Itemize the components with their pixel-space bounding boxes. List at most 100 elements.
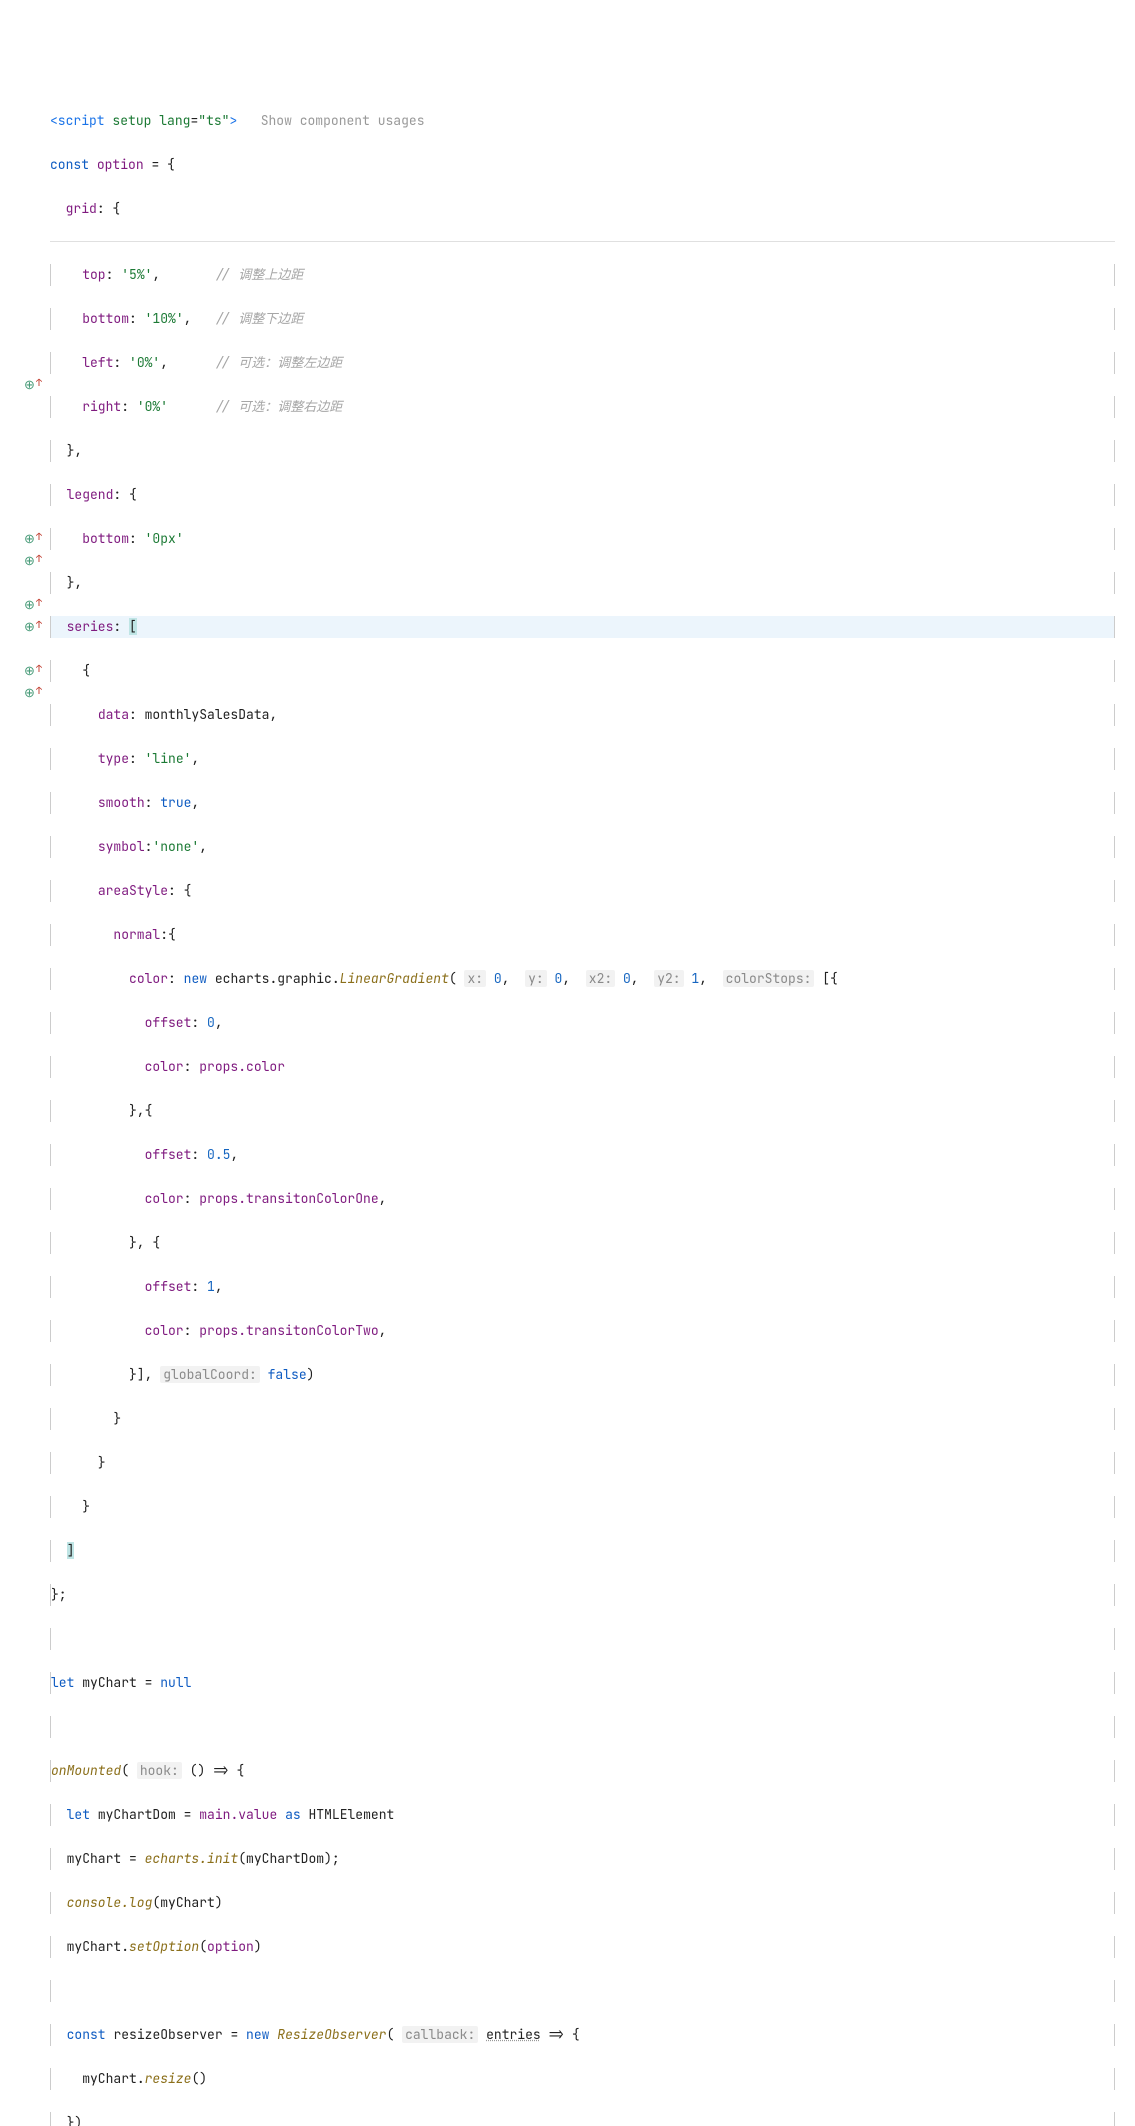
code-line[interactable]: myChart.resize() xyxy=(50,2068,1115,2090)
code-line[interactable]: bottom: '10%', // 调整下边距 xyxy=(50,308,1115,330)
str-val: 'line' xyxy=(145,750,192,767)
ident-option: option xyxy=(97,156,144,173)
code-line[interactable]: }, { xyxy=(50,1232,1115,1254)
code-line[interactable]: top: '5%', // 调整上边距 xyxy=(50,264,1115,286)
code-line[interactable]: offset: 0.5, xyxy=(50,1144,1115,1166)
param-hint: y2: xyxy=(654,970,683,987)
code-line[interactable]: }; xyxy=(50,1584,1115,1606)
code-line[interactable]: let myChartDom = main.value as HTMLEleme… xyxy=(50,1804,1115,1826)
ident: props.transitonColorTwo xyxy=(199,1322,378,1339)
code-line[interactable]: myChart = echarts.init(myChartDom); xyxy=(50,1848,1115,1870)
code-line[interactable]: },{ xyxy=(50,1100,1115,1122)
prop-right: right xyxy=(82,398,121,415)
code-line[interactable]: color: new echarts.graphic.LinearGradien… xyxy=(50,968,1115,990)
attr-lang: lang xyxy=(159,112,190,129)
prop-left: left xyxy=(82,354,113,371)
prop-top: top xyxy=(82,266,105,283)
fn: echarts.init xyxy=(145,1850,239,1867)
comment: // 调整下边距 xyxy=(215,310,303,327)
str-val: '0px' xyxy=(145,530,184,547)
str-val: '5%' xyxy=(121,266,152,283)
fn: ResizeObserver xyxy=(277,2026,386,2043)
kw-let: let xyxy=(67,1806,90,1823)
bracket-open-hl: [ xyxy=(129,618,137,635)
prop-offset: offset xyxy=(145,1278,192,1295)
attr-setup: setup xyxy=(112,112,151,129)
param-hint: x: xyxy=(464,970,486,987)
ident: myChart xyxy=(82,2070,137,2087)
code-line[interactable] xyxy=(50,1716,1115,1738)
kw-as: as xyxy=(285,1806,301,1823)
ident: myChart xyxy=(67,1938,122,1955)
code-line[interactable]: color: props.color xyxy=(50,1056,1115,1078)
kw-new: new xyxy=(246,2026,269,2043)
code-line[interactable]: normal:{ xyxy=(50,924,1115,946)
tag-close: > xyxy=(229,112,237,129)
param-hint: x2: xyxy=(586,970,615,987)
comment: // 调整上边距 xyxy=(215,266,303,283)
code-line[interactable]: ] xyxy=(50,1540,1115,1562)
code-line[interactable]: right: '0%' // 可选：调整右边距 xyxy=(50,396,1115,418)
code-line[interactable]: { xyxy=(50,660,1115,682)
fn: setOption xyxy=(129,1938,199,1955)
code-line[interactable]: smooth: true, xyxy=(50,792,1115,814)
prop-grid: grid xyxy=(66,200,97,217)
code-line[interactable]: } xyxy=(50,1408,1115,1430)
show-usages-link[interactable]: Show component usages xyxy=(261,112,425,129)
code-line[interactable]: left: '0%', // 可选：调整左边距 xyxy=(50,352,1115,374)
num: 0 xyxy=(555,970,563,987)
code-line[interactable] xyxy=(50,1628,1115,1650)
ident: main.value xyxy=(199,1806,277,1823)
code-line[interactable]: grid: { xyxy=(50,198,1115,220)
horizontal-divider xyxy=(50,241,1115,242)
prop-areastyle: areaStyle xyxy=(98,882,168,899)
code-content[interactable]: <script setup lang="ts"> Show component … xyxy=(50,88,1135,2126)
code-line[interactable]: offset: 1, xyxy=(50,1276,1115,1298)
code-line[interactable]: bottom: '0px' xyxy=(50,528,1115,550)
prop-smooth: smooth xyxy=(98,794,145,811)
attr-lang-val: "ts" xyxy=(198,112,229,129)
code-line[interactable]: offset: 0, xyxy=(50,1012,1115,1034)
code-line[interactable]: data: monthlySalesData, xyxy=(50,704,1115,726)
code-line[interactable]: type: 'line', xyxy=(50,748,1115,770)
code-line[interactable]: }], globalCoord: false) xyxy=(50,1364,1115,1386)
prop-color: color xyxy=(145,1190,184,1207)
code-line[interactable]: color: props.transitonColorOne, xyxy=(50,1188,1115,1210)
num: 1 xyxy=(691,970,699,987)
prop-normal: normal xyxy=(113,926,160,943)
code-line[interactable]: myChart.setOption(option) xyxy=(50,1936,1115,1958)
ident: monthlySalesData xyxy=(145,706,270,723)
code-line-highlighted[interactable]: series: [ xyxy=(50,616,1115,638)
code-line[interactable]: areaStyle: { xyxy=(50,880,1115,902)
code-line[interactable]: let myChart = null xyxy=(50,1672,1115,1694)
param-hint: y: xyxy=(525,970,547,987)
ident: myChart xyxy=(160,1894,215,1911)
code-editor[interactable]: <script setup lang="ts"> Show component … xyxy=(0,88,1135,2126)
prop-color: color xyxy=(145,1058,184,1075)
prop-legend-bottom: bottom xyxy=(82,530,129,547)
code-line[interactable]: symbol:'none', xyxy=(50,836,1115,858)
prop-type: type xyxy=(98,750,129,767)
code-line[interactable]: color: props.transitonColorTwo, xyxy=(50,1320,1115,1342)
code-line[interactable]: console.log(myChart) xyxy=(50,1892,1115,1914)
comment: // 可选：调整左边距 xyxy=(215,354,342,371)
fn: console.log xyxy=(67,1894,153,1911)
code-line[interactable]: const option = { xyxy=(50,154,1115,176)
ident-entries: entries xyxy=(486,2026,541,2043)
code-line[interactable]: }, xyxy=(50,440,1115,462)
ident: echarts.graphic. xyxy=(215,970,340,987)
punct: = { xyxy=(144,156,175,173)
code-line[interactable]: legend: { xyxy=(50,484,1115,506)
code-line[interactable]: const resizeObserver = new ResizeObserve… xyxy=(50,2024,1115,2046)
ident: option xyxy=(207,1938,254,1955)
code-line[interactable]: }, xyxy=(50,572,1115,594)
code-line[interactable]: } xyxy=(50,1496,1115,1518)
code-line[interactable]: } xyxy=(50,1452,1115,1474)
code-line[interactable]: <script setup lang="ts"> Show component … xyxy=(50,110,1115,132)
str-val: '0%' xyxy=(137,398,168,415)
code-line[interactable]: onMounted( hook: () => { xyxy=(50,1760,1115,1782)
num: 0 xyxy=(207,1014,215,1031)
code-line[interactable]: }) xyxy=(50,2112,1115,2126)
code-line[interactable] xyxy=(50,1980,1115,2002)
prop-symbol: symbol xyxy=(98,838,145,855)
